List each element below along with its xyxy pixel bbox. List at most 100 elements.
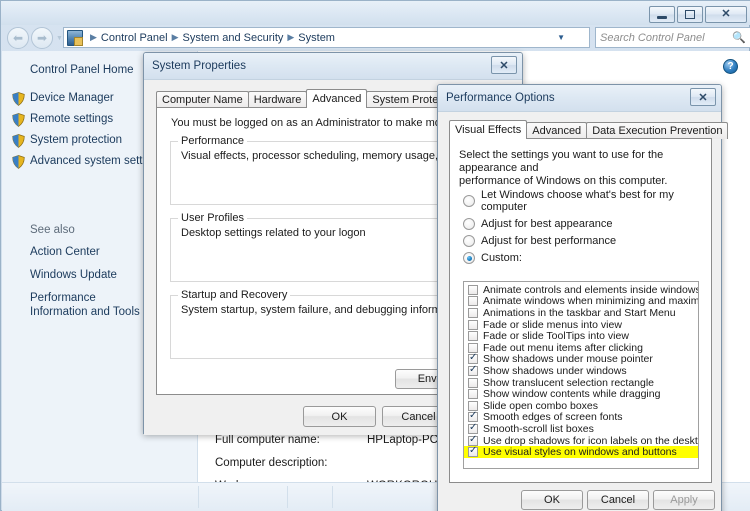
performance-group-label: Performance	[178, 135, 247, 147]
window-control-buttons: ✕	[649, 6, 747, 23]
checkbox-icon[interactable]	[468, 400, 478, 411]
user-profiles-group-text: Desktop settings related to your logon	[181, 227, 366, 239]
search-box[interactable]: Search Control Panel 🔍	[595, 27, 750, 48]
list-item[interactable]: Animate controls and elements inside win…	[464, 284, 698, 296]
sidebar-item-label: Remote settings	[30, 113, 114, 125]
shield-icon	[12, 92, 25, 106]
list-item[interactable]: Fade out menu items after clicking	[464, 342, 698, 354]
list-item[interactable]: Fade or slide ToolTips into view	[464, 330, 698, 342]
list-item-label: Fade out menu items after clicking	[483, 341, 643, 354]
status-divider	[198, 486, 199, 508]
address-dropdown-chevron-icon[interactable]: ▼	[557, 28, 565, 47]
checkbox-icon[interactable]	[468, 410, 478, 423]
search-icon: 🔍	[732, 32, 746, 44]
radio-best-appearance[interactable]: Adjust for best appearance	[463, 218, 711, 230]
tab-computer-name[interactable]: Computer Name	[156, 91, 249, 108]
recent-pages-chevron-icon[interactable]: ▼	[56, 35, 63, 42]
checkbox-icon[interactable]	[468, 377, 478, 388]
tab-advanced[interactable]: Advanced	[526, 122, 588, 139]
performance-options-cancel-button[interactable]: Cancel	[587, 490, 649, 510]
performance-options-apply-button[interactable]: Apply	[653, 490, 715, 510]
sidebar-item-performance-information-and-tools[interactable]: Performance Information and Tools	[2, 291, 156, 319]
breadcrumb-item-system[interactable]: System	[298, 32, 335, 44]
checkbox-icon[interactable]	[468, 284, 478, 295]
checkbox-icon[interactable]	[468, 445, 478, 458]
list-item[interactable]: Smooth-scroll list boxes	[464, 422, 698, 435]
sidebar-item-label: System protection	[30, 134, 123, 146]
list-item[interactable]: Show shadows under windows	[464, 364, 698, 377]
checkbox-icon[interactable]	[468, 389, 478, 400]
visual-effects-radio-group: Let Windows choose what's best for my co…	[463, 189, 711, 269]
minimize-icon	[657, 15, 667, 19]
close-icon: ✕	[698, 91, 708, 104]
checkbox-icon[interactable]	[468, 307, 478, 318]
user-profiles-group-label: User Profiles	[178, 212, 247, 224]
list-item[interactable]: Show window contents while dragging	[464, 388, 698, 400]
list-item[interactable]: Animations in the taskbar and Start Menu	[464, 307, 698, 319]
back-button[interactable]: ⬅	[7, 27, 29, 49]
maximize-icon	[685, 10, 695, 19]
list-item-label: Show window contents while dragging	[483, 388, 661, 401]
list-item-label: Fade or slide ToolTips into view	[483, 330, 629, 343]
tab-hardware[interactable]: Hardware	[247, 91, 308, 108]
radio-label: Adjust for best performance	[481, 235, 617, 247]
list-item[interactable]: Show shadows under mouse pointer	[464, 352, 698, 365]
forward-button[interactable]: ➡	[31, 27, 53, 49]
dialog-title: System Properties	[152, 60, 246, 72]
dialog-title: Performance Options	[446, 92, 555, 104]
startup-recovery-group-text: System startup, system failure, and debu…	[181, 304, 465, 316]
checkbox-icon[interactable]	[468, 331, 478, 342]
checkbox-icon[interactable]	[468, 434, 478, 446]
control-panel-icon	[67, 29, 83, 46]
list-item[interactable]: Show translucent selection rectangle	[464, 377, 698, 389]
list-item-highlighted[interactable]: Use visual styles on windows and buttons	[464, 445, 698, 459]
system-properties-close-button[interactable]: ✕	[491, 56, 517, 74]
list-item[interactable]: Animate windows when minimizing and maxi…	[464, 295, 699, 308]
radio-let-windows-choose[interactable]: Let Windows choose what's best for my co…	[463, 189, 711, 213]
tab-visual-effects[interactable]: Visual Effects	[449, 120, 528, 139]
list-item[interactable]: Smooth edges of screen fonts	[464, 410, 698, 424]
tab-advanced[interactable]: Advanced	[306, 89, 368, 108]
checkbox-icon[interactable]	[468, 319, 478, 330]
radio-button-icon	[463, 195, 475, 207]
shield-icon	[12, 155, 25, 169]
tab-data-execution-prevention[interactable]: Data Execution Prevention	[586, 122, 729, 139]
search-input[interactable]: Search Control Panel	[600, 32, 732, 44]
list-item[interactable]: Slide open combo boxes	[464, 400, 698, 412]
maximize-button[interactable]	[677, 6, 703, 23]
checkbox-icon[interactable]	[468, 296, 478, 307]
radio-label: Let Windows choose what's best for my co…	[481, 189, 674, 213]
checkbox-icon[interactable]	[468, 422, 478, 434]
navigation-buttons: ⬅ ➡ ▼	[7, 27, 63, 49]
sidebar-item-label: Advanced system setting	[30, 155, 158, 167]
system-properties-ok-button[interactable]: OK	[303, 406, 376, 427]
breadcrumb-item-system-and-security[interactable]: System and Security	[183, 32, 284, 44]
radio-label: Adjust for best appearance	[481, 218, 613, 230]
radio-custom[interactable]: Custom:	[463, 252, 711, 264]
close-button[interactable]: ✕	[705, 6, 747, 23]
list-item-label: Animate controls and elements inside win…	[483, 283, 699, 296]
checkbox-icon[interactable]	[468, 364, 478, 376]
radio-best-performance[interactable]: Adjust for best performance	[463, 235, 711, 247]
breadcrumb-separator-icon: ▶	[287, 32, 295, 42]
breadcrumb-item-control-panel[interactable]: Control Panel	[101, 32, 168, 44]
help-icon[interactable]: ?	[723, 59, 738, 74]
address-bar-row: ⬅ ➡ ▼ ▶ Control Panel ▶ System and Secur…	[1, 25, 750, 51]
visual-effects-list[interactable]: Animate controls and elements inside win…	[463, 281, 699, 469]
performance-options-ok-button[interactable]: OK	[521, 490, 583, 510]
visual-effects-tab-page: Select the settings you want to use for …	[449, 138, 712, 483]
radio-button-icon	[463, 252, 475, 264]
list-item[interactable]: Fade or slide menus into view	[464, 319, 698, 331]
list-item-label: Animate windows when minimizing and maxi…	[483, 295, 699, 308]
full-computer-name-label: Full computer name:	[215, 434, 320, 446]
address-bar[interactable]: ▶ Control Panel ▶ System and Security ▶ …	[63, 27, 590, 48]
performance-options-close-button[interactable]: ✕	[690, 88, 716, 106]
minimize-button[interactable]	[649, 6, 675, 23]
list-item[interactable]: Use drop shadows for icon labels on the …	[464, 434, 698, 447]
checkbox-icon[interactable]	[468, 352, 478, 365]
radio-label: Custom:	[481, 252, 522, 264]
screen-root: ✕ ⬅ ➡ ▼ ▶ Control Panel ▶ System and Sec…	[0, 0, 750, 511]
checkbox-icon[interactable]	[468, 342, 478, 353]
shield-icon	[12, 113, 25, 127]
list-item-label: Smooth edges of screen fonts	[483, 411, 623, 424]
